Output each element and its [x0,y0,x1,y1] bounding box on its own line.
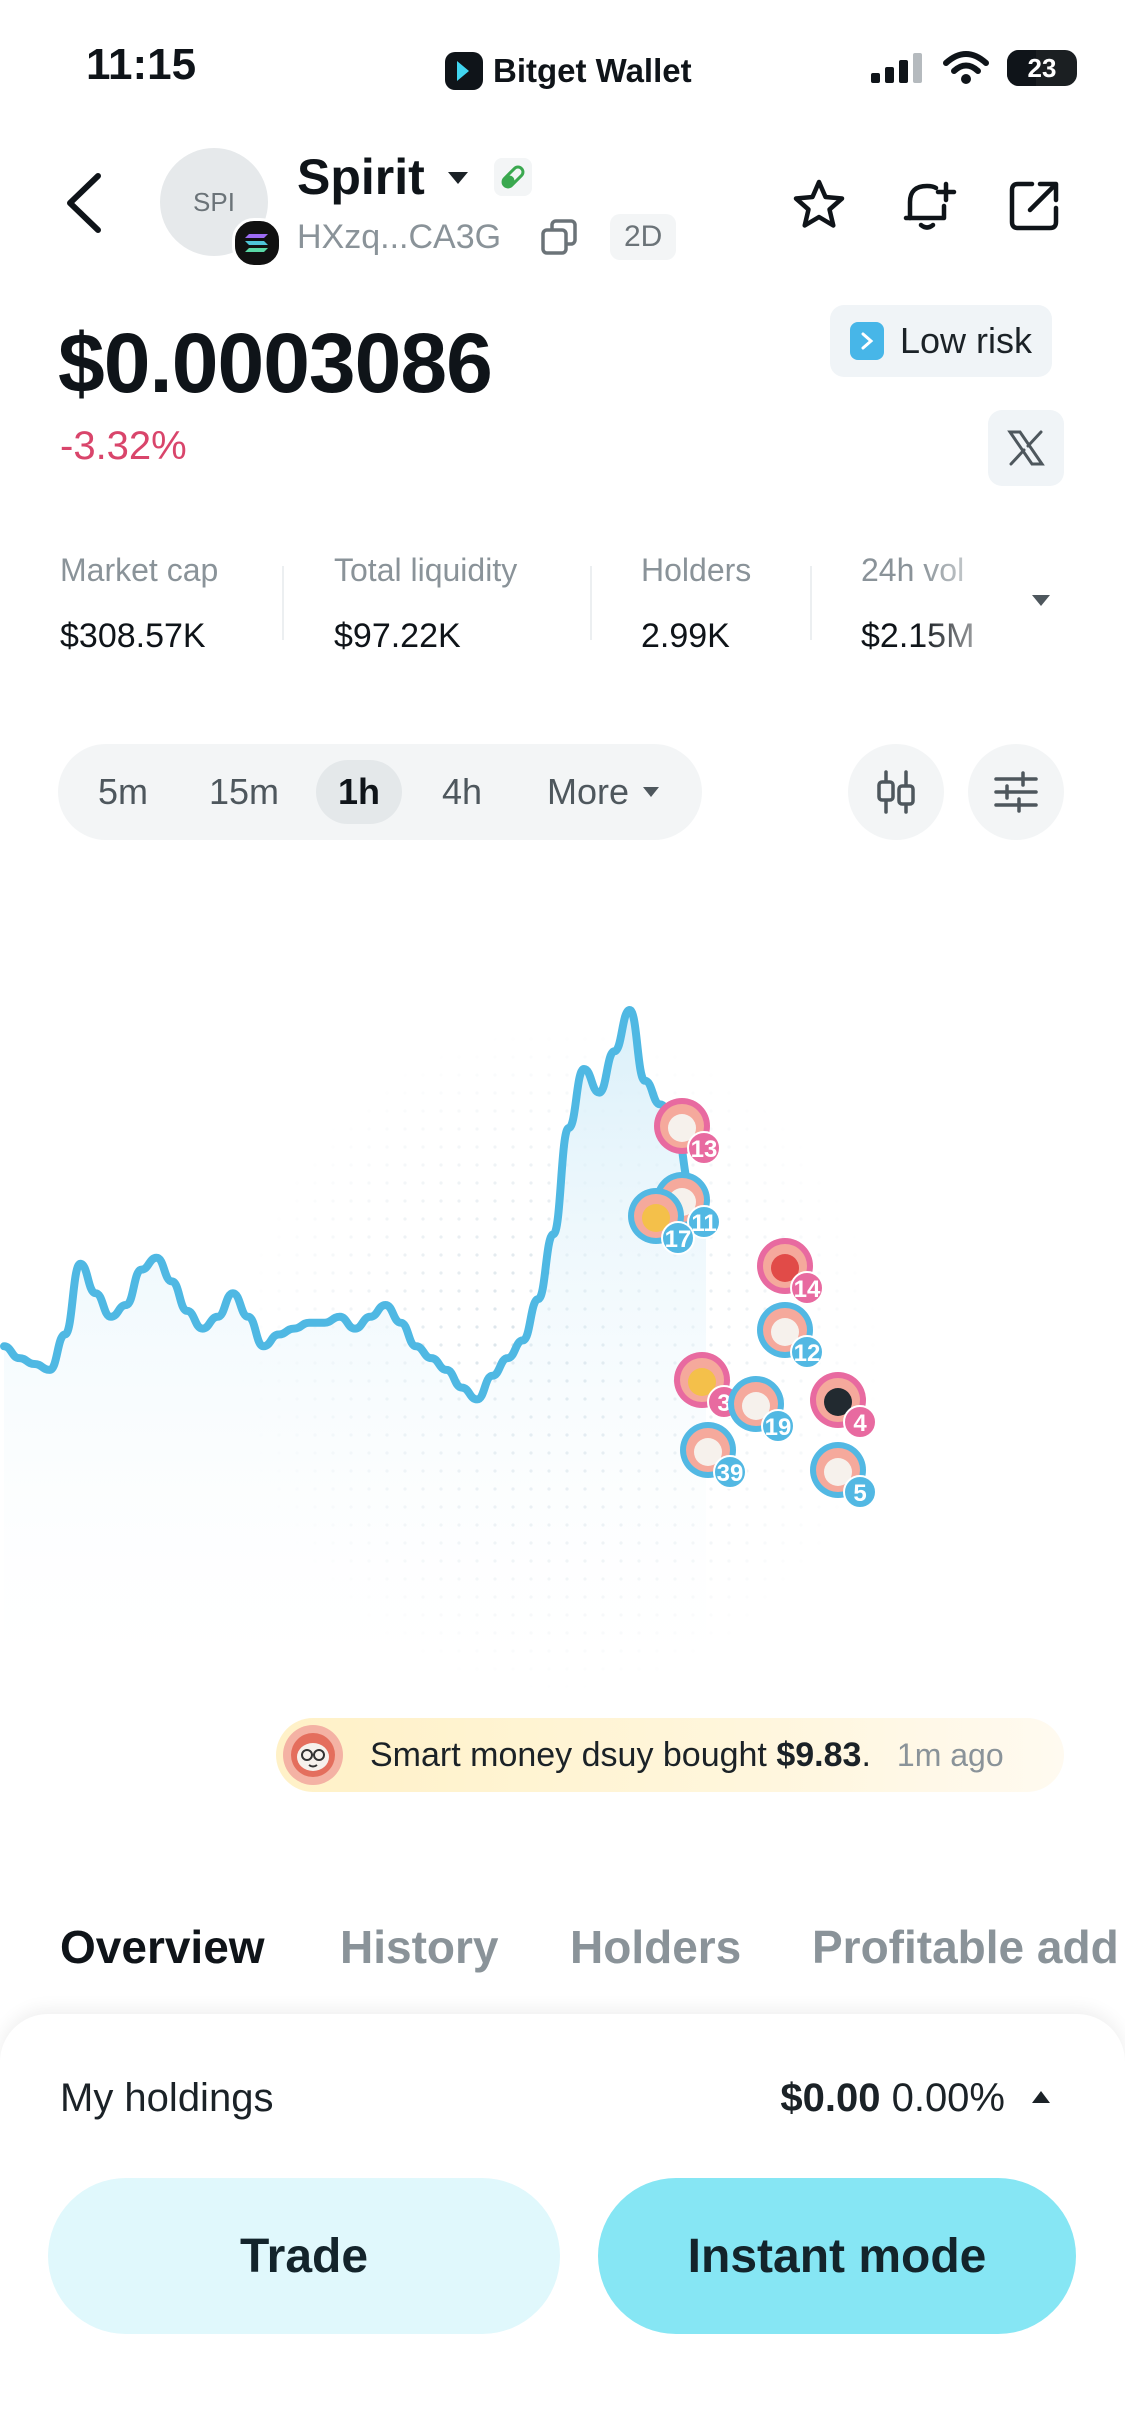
candlestick-toggle-button[interactable] [848,744,944,840]
tab-history[interactable]: History [340,1920,498,1974]
tab-profitable-addresses[interactable]: Profitable add [812,1920,1119,1974]
interval-4h[interactable]: 4h [420,760,504,824]
trade-marker-count: 39 [717,1460,744,1487]
holdings-value: $0.00 [780,2076,881,2120]
back-arrow-icon [67,173,101,233]
battery-level: 23 [1027,52,1057,83]
trade-marker-count: 12 [794,1340,821,1367]
favorite-star-button[interactable] [790,176,848,234]
stat-holders: Holders 2.99K [641,552,751,656]
trade-marker-count: 19 [765,1414,792,1441]
stat-label: Market cap [60,552,219,588]
wifi-icon [943,51,989,84]
trade-marker-count: 11 [691,1210,716,1237]
price-chart[interactable]: 1311171412319 4395 [0,940,1125,1740]
token-switch-caret-icon[interactable] [446,168,470,193]
token-address: HXzq...CA3G [297,218,502,256]
stat-label: Holders [641,552,752,588]
trader-avatar-icon [283,1725,343,1785]
trade-marker-count: 4 [853,1410,867,1437]
stat-divider [282,566,284,640]
interval-1h[interactable]: 1h [316,760,402,824]
smart-money-prefix: Smart money dsuy bought [370,1735,767,1774]
bitget-logo-icon [445,52,483,90]
stat-divider [590,566,592,640]
sliders-icon [994,771,1038,813]
risk-badge[interactable]: Low risk [830,305,1053,377]
bell-plus-icon [903,181,957,230]
smart-money-suffix: . [861,1735,871,1774]
trade-marker-count: 13 [691,1136,718,1163]
stat-total-liquidity: Total liquidity $97.22K [334,552,517,656]
back-button[interactable] [58,168,114,238]
app-name: Bitget Wallet [493,52,692,89]
status-icons: 23 [871,50,1077,86]
trade-marker-count: 5 [853,1480,866,1507]
stat-label: Total liquidity [334,552,518,588]
share-external-icon [1009,181,1059,231]
tab-holders[interactable]: Holders [570,1920,741,1974]
cellular-signal-icon [871,53,922,83]
interval-15m[interactable]: 15m [196,760,292,824]
candlestick-icon [877,770,915,814]
token-price: $0.0003086 [58,316,493,410]
stat-divider [810,566,812,640]
stats-fade [920,540,1030,670]
interval-more[interactable]: More [524,760,684,824]
holdings-summary: $0.00 0.00% [780,2076,1005,2121]
smart-money-text: Smart money dsuy bought $9.83. [370,1736,871,1775]
stat-market-cap: Market cap $308.57K [60,552,218,656]
x-social-button[interactable] [988,410,1064,486]
stats-expand-caret-icon[interactable] [1030,592,1052,615]
stat-value: 2.99K [641,617,730,655]
smart-money-amount: $9.83 [776,1735,862,1774]
stat-value: $97.22K [334,617,461,655]
x-logo-icon [1007,430,1045,466]
token-age-badge: 2D [610,214,677,260]
instant-mode-button[interactable]: Instant mode [598,2178,1076,2334]
trade-button[interactable]: Trade [48,2178,560,2334]
holdings-expand-caret-icon[interactable] [1030,2088,1052,2111]
battery-icon: 23 [1007,50,1077,86]
share-button[interactable] [1006,176,1064,234]
solana-chain-icon [232,218,282,268]
smart-money-feed[interactable]: Smart money dsuy bought $9.83. 1m ago [276,1718,1064,1792]
holdings-label: My holdings [60,2076,274,2120]
token-name[interactable]: Spirit [297,148,425,206]
holdings-percent: 0.00% [891,2076,1005,2120]
star-icon [793,179,845,228]
token-avatar-text: SPI [193,186,235,217]
stat-value: $308.57K [60,617,206,655]
price-change: -3.32% [60,424,187,468]
interval-5m[interactable]: 5m [80,760,166,824]
trade-marker-count: 14 [794,1276,821,1303]
price-alert-button[interactable] [900,176,958,234]
tab-overview[interactable]: Overview [60,1920,265,1974]
chevron-down-icon [643,787,660,797]
chart-settings-button[interactable] [968,744,1064,840]
status-app-label: Bitget Wallet [445,52,692,90]
copy-icon[interactable] [540,218,578,261]
interval-more-label: More [546,771,630,812]
pill-tag-icon [494,158,532,196]
status-time: 11:15 [86,40,197,89]
risk-label: Low risk [900,320,1033,361]
trade-marker-count: 17 [665,1226,692,1253]
smart-money-time: 1m ago [896,1736,1004,1773]
risk-shield-icon [850,322,884,360]
